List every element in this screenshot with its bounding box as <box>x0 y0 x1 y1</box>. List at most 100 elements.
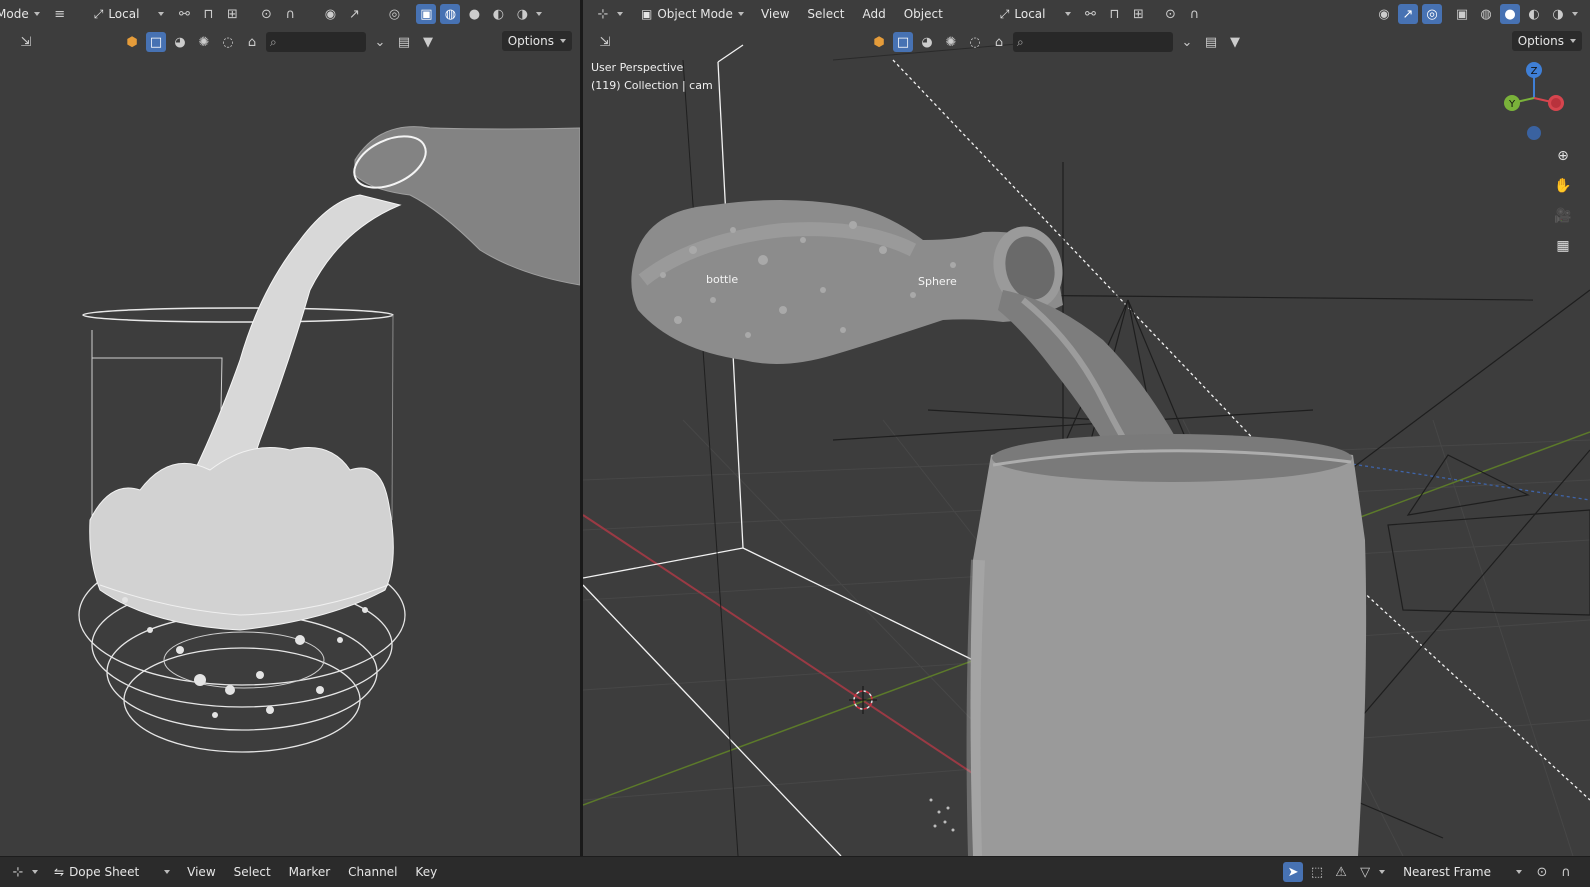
right-orientation-dropdown[interactable]: ⤢ Local <box>994 4 1077 24</box>
solid-shading-icon[interactable]: ● <box>464 4 484 24</box>
camera-icon[interactable]: 🎥 <box>1552 205 1574 227</box>
snap-mode-label: Nearest Frame <box>1403 865 1491 879</box>
left-mode-label: Mode <box>0 7 29 21</box>
chevron-down-icon <box>1570 39 1576 43</box>
overlay-icon[interactable]: ◎ <box>384 4 404 24</box>
dope-sheet-dropdown[interactable]: ⇋ Dope Sheet <box>48 862 176 882</box>
zoom-icon[interactable]: ⊕ <box>1552 145 1574 167</box>
menu-object[interactable]: Object <box>897 7 950 21</box>
select-box-icon[interactable]: □ <box>893 32 913 52</box>
editor-type-icon[interactable]: ⊹ <box>8 862 28 882</box>
proportional-edit-icon[interactable]: ⊙ <box>1161 4 1181 24</box>
wireframe-shading-icon[interactable]: ◍ <box>1476 4 1496 24</box>
material-icon[interactable]: ◌ <box>965 32 985 52</box>
gizmo-icon[interactable]: ↗ <box>1398 4 1418 24</box>
snap-target-icon[interactable]: ⊞ <box>222 4 242 24</box>
menu-view[interactable]: View <box>754 7 796 21</box>
rendered-shading-icon[interactable]: ◑ <box>512 4 532 24</box>
collapse-icon[interactable]: ⌄ <box>370 32 390 52</box>
right-options-dropdown[interactable]: Options <box>1511 31 1582 51</box>
viewport-icon[interactable]: ◕ <box>917 32 937 52</box>
filter-icon[interactable]: ▽ <box>1355 862 1375 882</box>
object-type-icon[interactable]: ⬢ <box>869 32 889 52</box>
gizmo-icon[interactable]: ↗ <box>344 4 364 24</box>
chevron-down-icon[interactable] <box>1379 870 1386 874</box>
xray-icon[interactable]: ▣ <box>416 4 437 24</box>
navigation-gizmo[interactable]: Z Y <box>1494 58 1574 148</box>
show-hidden-icon[interactable]: ⬚ <box>1307 862 1327 882</box>
snap-icon[interactable]: ⊓ <box>198 4 218 24</box>
transform-tool-icon[interactable]: ⇲ <box>16 32 36 52</box>
neg-z-axis-icon[interactable] <box>1527 126 1541 140</box>
snap-target-icon[interactable]: ⊞ <box>1129 4 1149 24</box>
select-box-icon[interactable]: □ <box>146 32 166 52</box>
material-shading-icon[interactable]: ◐ <box>488 4 508 24</box>
chevron-down-icon <box>737 12 744 16</box>
rendered-shading-icon[interactable]: ◑ <box>1548 4 1568 24</box>
data-icon[interactable]: ⌂ <box>242 32 262 52</box>
filter-icon[interactable]: ▼ <box>418 32 438 52</box>
object-mode-dropdown[interactable]: ▣ Object Mode <box>635 4 750 24</box>
xray-icon[interactable]: ▣ <box>1452 4 1472 24</box>
viewport-icon[interactable]: ◕ <box>170 32 190 52</box>
dope-sheet-icon: ⇋ <box>54 865 65 879</box>
editor-type-icon[interactable]: ⊹ <box>593 4 613 24</box>
only-selected-icon[interactable]: ➤ <box>1283 862 1304 882</box>
left-orientation-dropdown[interactable]: ⤢ Local <box>88 4 171 24</box>
solid-shading-icon[interactable]: ● <box>1500 4 1520 24</box>
falloff-icon[interactable]: ∩ <box>1556 862 1576 882</box>
overlay-icon[interactable]: ◎ <box>1422 4 1442 24</box>
hamburger-icon[interactable]: ≡ <box>50 4 70 24</box>
proportional-edit-icon[interactable]: ⊙ <box>256 4 276 24</box>
orientation-icon: ⤢ <box>93 6 104 21</box>
falloff-icon[interactable]: ∩ <box>280 4 300 24</box>
snap-icon[interactable]: ⊓ <box>1105 4 1125 24</box>
object-type-icon[interactable]: ⬢ <box>122 32 142 52</box>
left-viewport[interactable]: Mode ≡ ⤢ Local ⚯ ⊓ ⊞ ⊙ ∩ ◉ ↗ ◎ ▣ ◍ ● ◐ ◑… <box>0 0 580 856</box>
timeline-menu-select[interactable]: Select <box>227 865 278 879</box>
visibility-icon[interactable]: ◉ <box>320 4 340 24</box>
snap-mode-dropdown[interactable]: Nearest Frame <box>1397 862 1528 882</box>
data-icon[interactable]: ⌂ <box>989 32 1009 52</box>
timeline-menu-key[interactable]: Key <box>408 865 444 879</box>
display-filter-icon[interactable]: ▤ <box>1201 32 1221 52</box>
chevron-down-icon[interactable] <box>617 12 623 16</box>
render-icon[interactable]: ✺ <box>194 32 214 52</box>
right-orientation-label: Local <box>1014 7 1046 21</box>
right-viewport[interactable]: ⊹ ▣ Object Mode View Select Add Object ⤢… <box>583 0 1590 856</box>
display-filter-icon[interactable]: ▤ <box>394 32 414 52</box>
timeline-menu-view[interactable]: View <box>180 865 222 879</box>
pivot-icon[interactable]: ⚯ <box>174 4 194 24</box>
timeline-header: ⊹ ⇋ Dope Sheet View Select Marker Channe… <box>0 857 1590 887</box>
menu-select[interactable]: Select <box>800 7 851 21</box>
transform-tool-icon[interactable]: ⇲ <box>595 32 615 52</box>
collapse-icon[interactable]: ⌄ <box>1177 32 1197 52</box>
search-input[interactable]: ⌕ <box>1013 32 1173 52</box>
search-input[interactable]: ⌕ <box>266 32 366 52</box>
search-icon: ⌕ <box>1017 34 1024 49</box>
left-mode-dropdown[interactable]: Mode <box>0 4 46 24</box>
falloff-icon[interactable]: ∩ <box>1185 4 1205 24</box>
material-shading-icon[interactable]: ◐ <box>1524 4 1544 24</box>
filter-icon[interactable]: ▼ <box>1225 32 1245 52</box>
material-icon[interactable]: ◌ <box>218 32 238 52</box>
hand-icon[interactable]: ✋ <box>1552 175 1574 197</box>
show-errors-icon[interactable]: ⚠ <box>1331 862 1351 882</box>
grid-icon[interactable]: ▦ <box>1552 235 1574 257</box>
timeline-menu-marker[interactable]: Marker <box>282 865 337 879</box>
chevron-down-icon[interactable] <box>1572 12 1578 16</box>
timeline-menu-channel[interactable]: Channel <box>341 865 404 879</box>
right-options-label: Options <box>1517 34 1564 48</box>
proportional-edit-icon[interactable]: ⊙ <box>1532 862 1552 882</box>
left-options-dropdown[interactable]: Options <box>501 31 572 51</box>
orientation-icon: ⤢ <box>999 6 1010 21</box>
menu-add[interactable]: Add <box>855 7 892 21</box>
chevron-down-icon[interactable] <box>32 870 38 874</box>
left-subheader-bar: ⇲ ⬢ □ ◕ ✺ ◌ ⌂ ⌕ ⌄ ▤ ▼ <box>0 28 580 56</box>
render-icon[interactable]: ✺ <box>941 32 961 52</box>
pivot-icon[interactable]: ⚯ <box>1081 4 1101 24</box>
wireframe-shading-icon[interactable]: ◍ <box>440 4 461 24</box>
chevron-down-icon[interactable] <box>536 12 543 16</box>
dope-sheet-label: Dope Sheet <box>69 865 140 879</box>
visibility-icon[interactable]: ◉ <box>1374 4 1394 24</box>
